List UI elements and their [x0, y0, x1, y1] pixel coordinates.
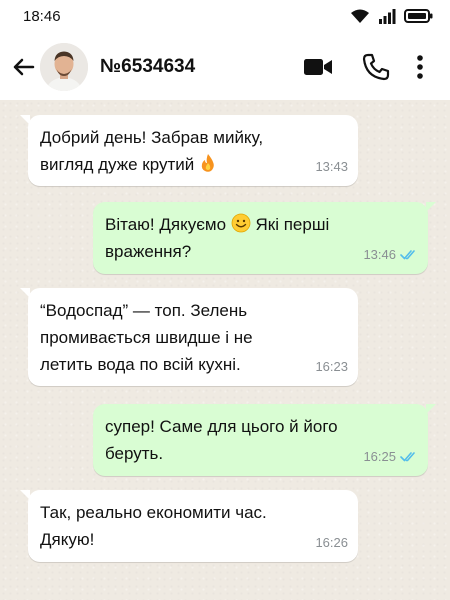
battery-icon [404, 9, 433, 23]
contact-name[interactable]: №6534634 [100, 56, 195, 78]
status-bar: 18:46 [0, 0, 450, 34]
message-text: Вітаю! Дякуємо [105, 215, 227, 234]
status-time: 18:46 [23, 8, 61, 25]
back-arrow-icon[interactable] [8, 52, 38, 82]
message-line: летить вода по всій кухні. [40, 355, 241, 374]
message-time: 16:26 [315, 535, 348, 550]
read-receipt-icon [400, 452, 415, 462]
message-line: вигляд дуже крутий [40, 151, 346, 178]
message-meta: 13:43 [315, 153, 348, 180]
message-line: супер! Саме для цього й його [105, 417, 338, 436]
message-time: 16:25 [363, 449, 396, 464]
avatar-image [40, 43, 88, 91]
read-receipt-icon [400, 250, 415, 260]
phone-icon[interactable] [360, 51, 392, 83]
avatar[interactable] [40, 43, 88, 91]
message-meta: 16:25 [363, 443, 418, 470]
message-line: Добрий день! Забрав мийку, [40, 128, 264, 147]
smile-emoji-icon [231, 213, 251, 233]
message-bubble-incoming[interactable]: “Водоспад” — топ. Зелень промивається шв… [20, 288, 358, 386]
message-line: Так, реально економити час. [40, 503, 267, 522]
message-meta: 16:26 [315, 529, 348, 556]
status-icons [350, 8, 434, 24]
wifi-icon [351, 9, 369, 23]
message-line: промивається швидше і не [40, 328, 253, 347]
message-time: 13:46 [363, 247, 396, 262]
message-text: вигляд дуже крутий [40, 155, 195, 174]
signal-icon [379, 9, 396, 24]
message-bubble-incoming[interactable]: Добрий день! Забрав мийку, вигляд дуже к… [20, 115, 358, 186]
message-bubble-incoming[interactable]: Так, реально економити час. Дякую! 16:26 [20, 490, 358, 562]
message-line: Дякую! [40, 530, 95, 549]
chat-header: №6534634 [0, 34, 450, 100]
message-time: 16:23 [315, 359, 348, 374]
message-meta: 13:46 [363, 241, 418, 268]
message-bubble-outgoing[interactable]: Вітаю! Дякуємо Які перші враження? 13:46 [93, 202, 436, 274]
message-bubble-outgoing[interactable]: супер! Саме для цього й його беруть. 16:… [93, 404, 436, 476]
fire-emoji-icon [201, 154, 214, 172]
message-line: “Водоспад” — топ. Зелень [40, 301, 248, 320]
message-time: 13:43 [315, 159, 348, 174]
video-call-icon[interactable] [302, 51, 334, 83]
message-text: Які перші [255, 215, 330, 234]
chat-area[interactable]: Добрий день! Забрав мийку, вигляд дуже к… [0, 100, 450, 600]
message-meta: 16:23 [315, 353, 348, 380]
message-line: Вітаю! Дякуємо Які перші [105, 211, 416, 238]
more-vert-icon[interactable] [410, 51, 430, 83]
